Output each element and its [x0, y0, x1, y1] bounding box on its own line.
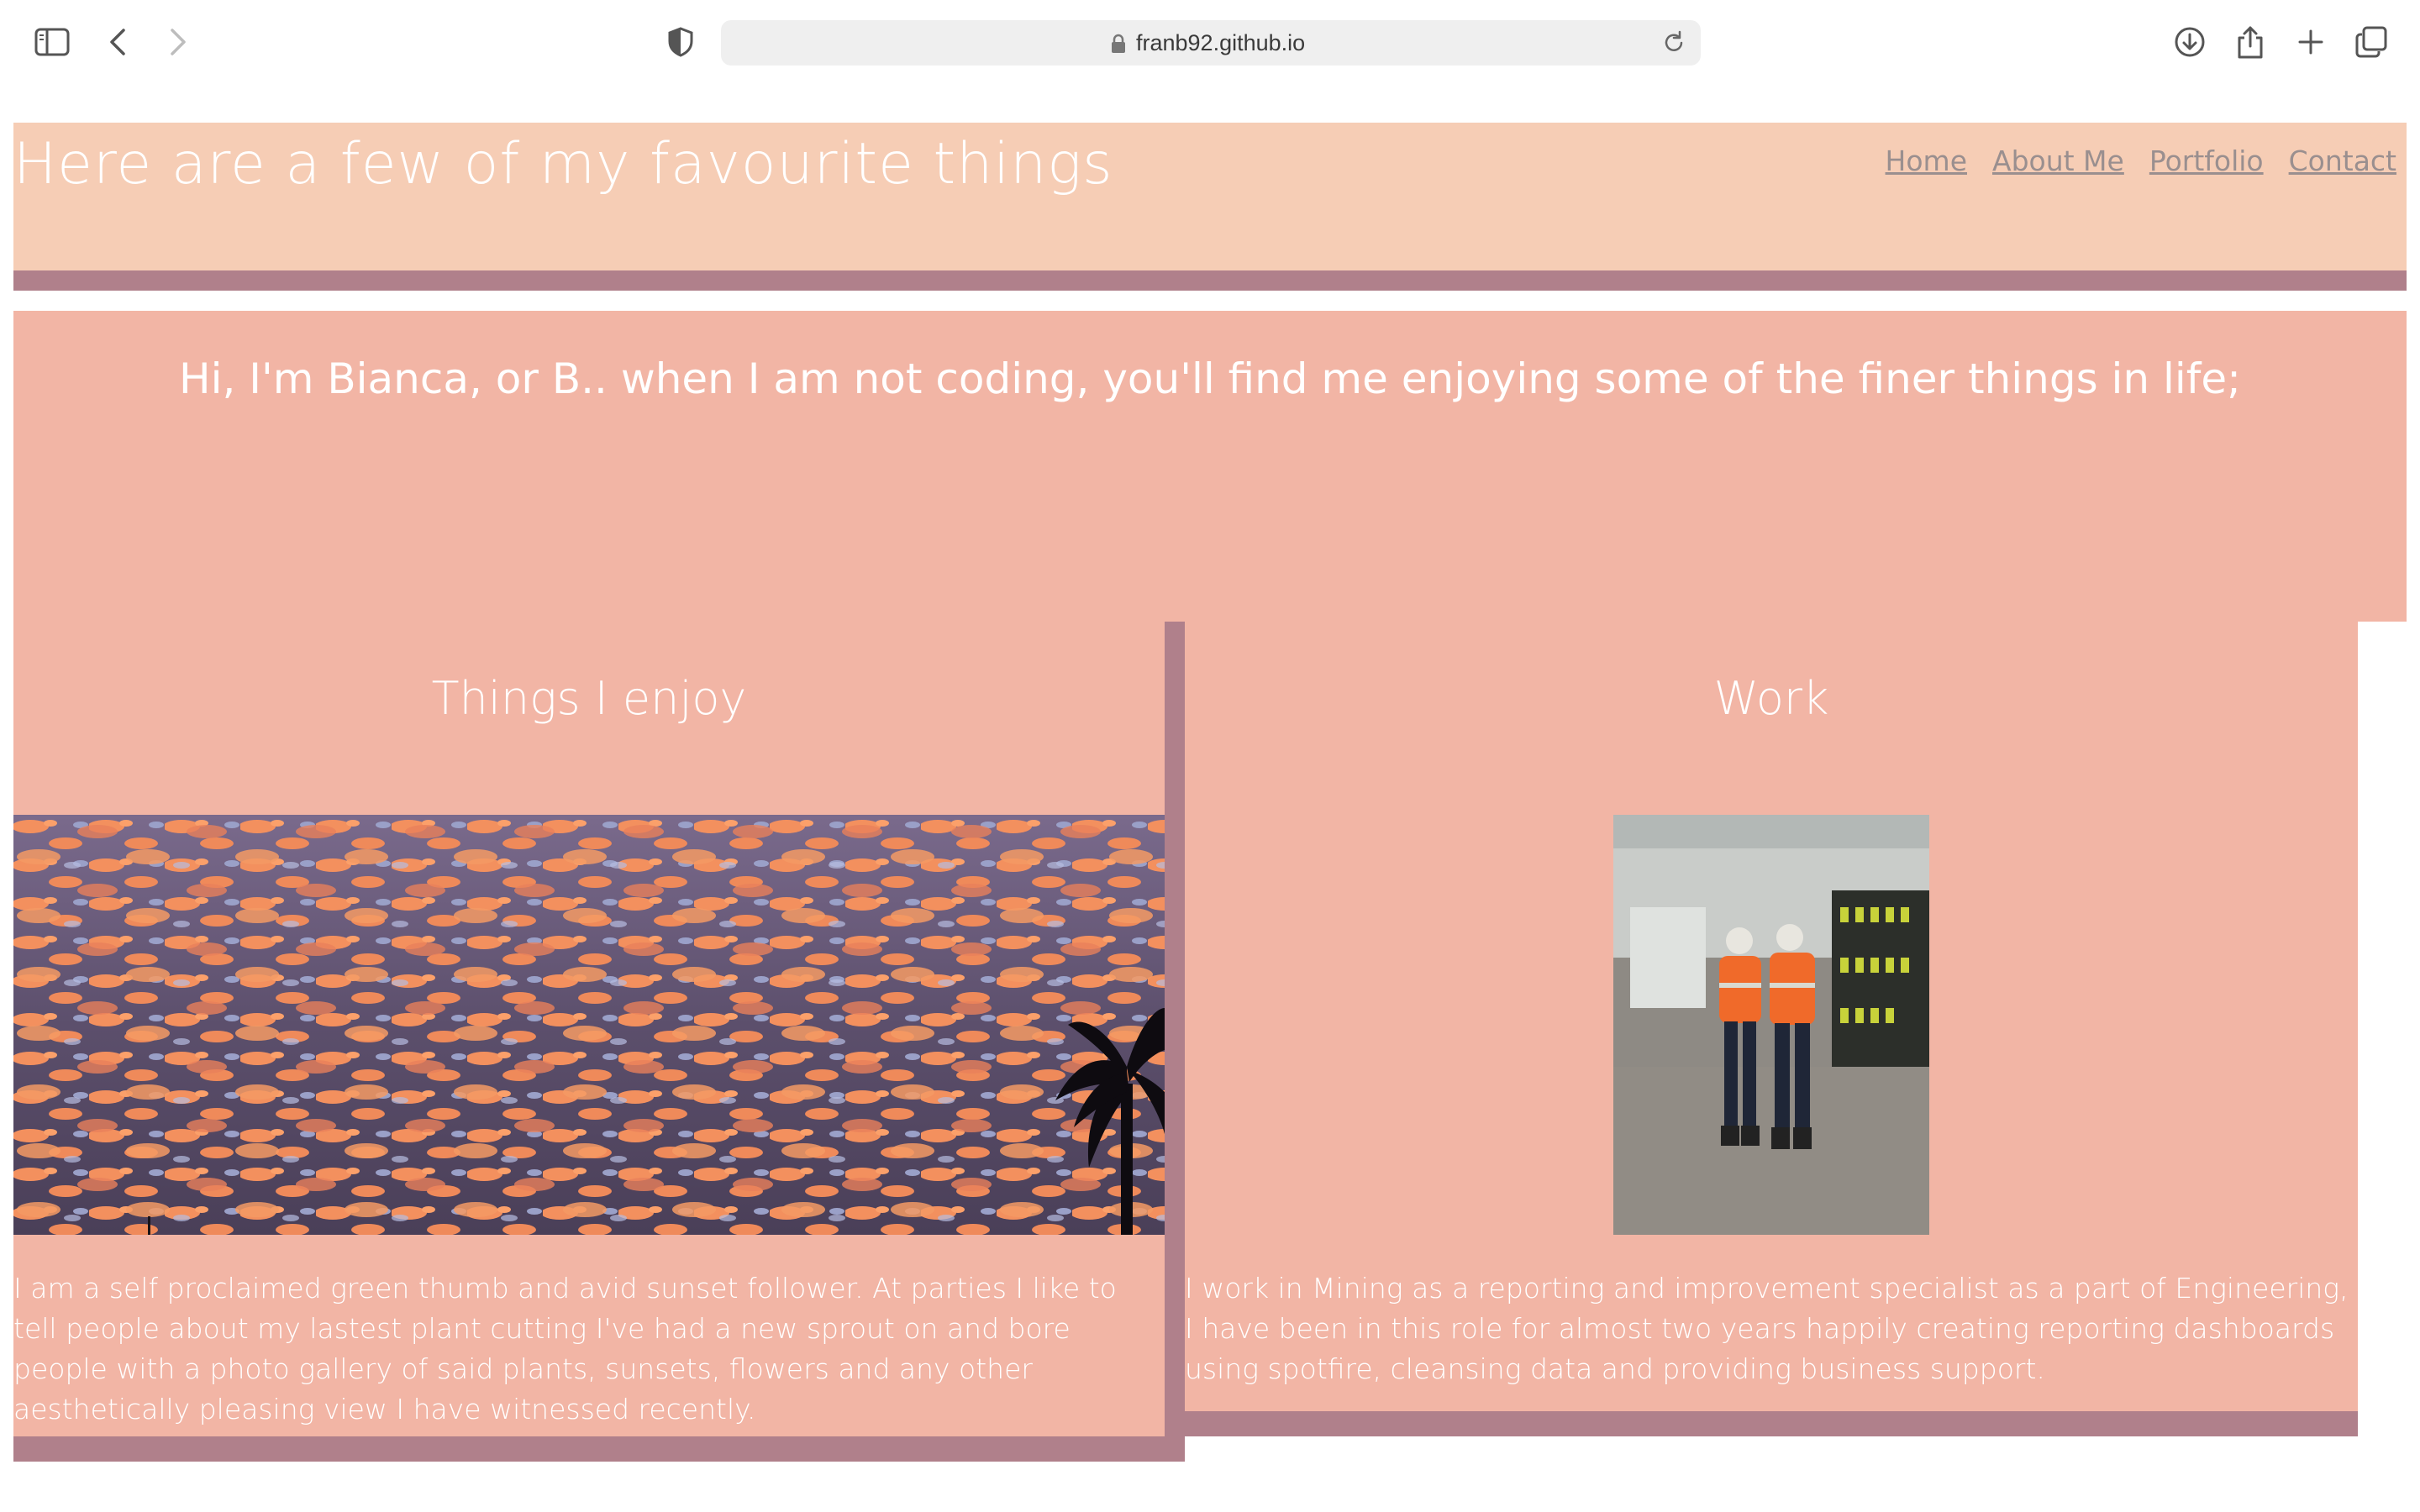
url-text: franb92.github.io: [1136, 30, 1306, 55]
reload-icon[interactable]: [1662, 30, 1686, 55]
things-i-enjoy-text: I am a self proclaimed green thumb and a…: [13, 1272, 1117, 1425]
things-i-enjoy-card: Things I enjoy I am a self proclaimed gr…: [13, 622, 1165, 1436]
download-icon[interactable]: [2166, 18, 2213, 66]
card-border: [1185, 1411, 2358, 1436]
site-title: Here are a few of my favourite things: [13, 131, 1113, 197]
chevron-left-icon[interactable]: [94, 18, 141, 66]
card-border: [13, 1436, 1185, 1462]
nav-link-home[interactable]: Home: [1886, 144, 1967, 177]
card-border: [1165, 622, 1185, 1462]
chevron-right-icon[interactable]: [155, 18, 202, 66]
work-text: I work in Mining as a reporting and impr…: [1185, 1272, 2349, 1385]
intro-section: Hi, I'm Bianca, or B.. when I am not cod…: [13, 311, 2407, 622]
browser-toolbar: franb92.github.io: [0, 0, 2420, 84]
nav-link-about-me[interactable]: About Me: [1992, 144, 2124, 177]
shield-icon[interactable]: [657, 18, 704, 66]
tab-overview-icon[interactable]: [2348, 18, 2395, 66]
things-i-enjoy-heading: Things I enjoy: [431, 672, 747, 725]
sidebar-icon[interactable]: [29, 18, 76, 66]
nav-link-portfolio[interactable]: Portfolio: [2149, 144, 2264, 177]
plus-icon[interactable]: [2287, 18, 2334, 66]
share-icon[interactable]: [2227, 18, 2274, 66]
mining-photo: [1613, 815, 1929, 1235]
nav-link-contact[interactable]: Contact: [2289, 144, 2396, 177]
work-heading: Work: [1713, 672, 1829, 725]
work-card: Work I work in Mining as a reporting and…: [1185, 622, 2358, 1411]
main-nav: Home About Me Portfolio Contact: [1886, 144, 2396, 177]
address-bar[interactable]: franb92.github.io: [721, 20, 1701, 66]
site-header: Here are a few of my favourite things Ho…: [13, 123, 2407, 291]
lock-icon: [1111, 34, 1126, 54]
sunset-image: [13, 815, 1165, 1235]
intro-text: Hi, I'm Bianca, or B.. when I am not cod…: [178, 354, 2241, 403]
